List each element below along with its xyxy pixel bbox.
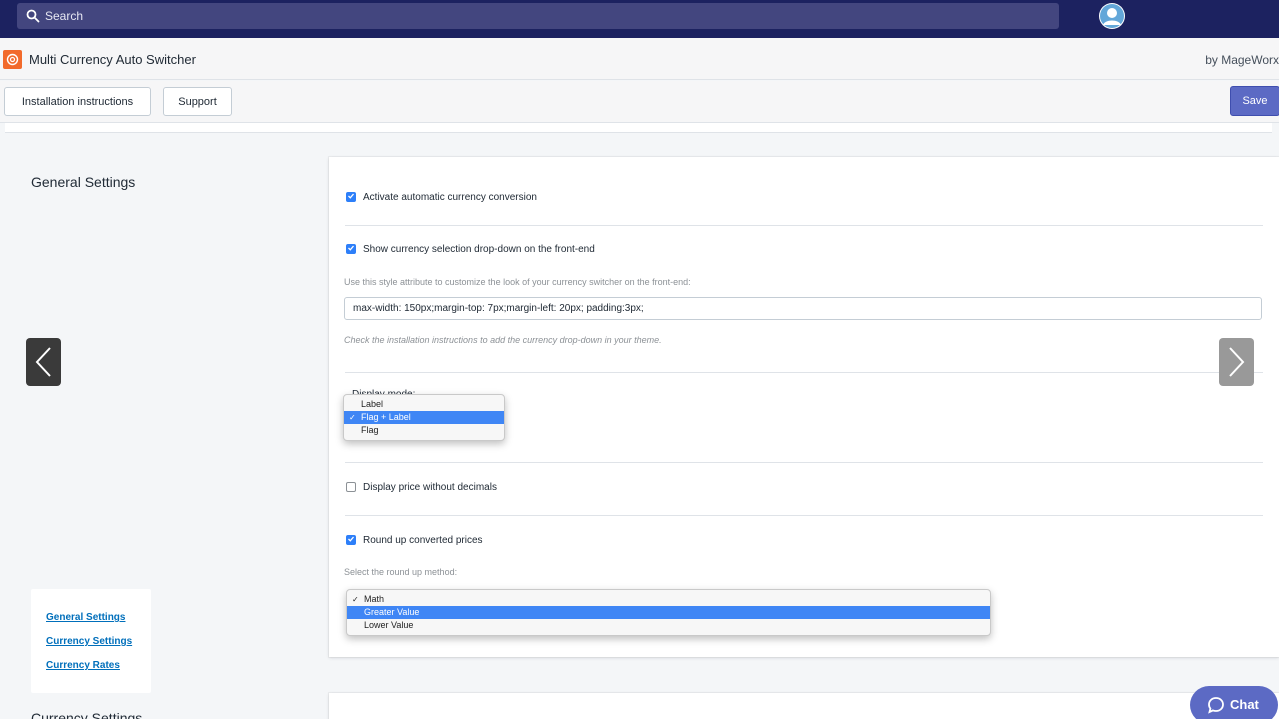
display-mode-dropdown[interactable]: Label ✓ Flag + Label Flag: [343, 394, 505, 441]
display-mode-option-flag[interactable]: Flag: [344, 424, 504, 437]
checkmark-icon: ✓: [349, 413, 356, 422]
round-up-label: Round up converted prices: [363, 535, 483, 546]
chat-bubble-icon: [1208, 697, 1224, 714]
auto-conversion-checkbox[interactable]: [346, 192, 356, 202]
checkmark-icon: ✓: [352, 595, 359, 604]
show-dropdown-checkbox[interactable]: [346, 244, 356, 254]
round-up-checkbox[interactable]: [346, 535, 356, 545]
style-help-text: Use this style attribute to customize th…: [344, 277, 691, 287]
top-card-edge: [5, 123, 1272, 133]
auto-conversion-label: Activate automatic currency conversion: [363, 192, 537, 203]
checkmark-icon: [348, 536, 354, 542]
round-method-option-greater[interactable]: Greater Value: [347, 606, 990, 619]
app-header: Multi Currency Auto Switcher by MageWorx: [0, 38, 1279, 80]
chevron-left-icon: [35, 347, 51, 377]
app-vendor: by MageWorx: [1205, 53, 1279, 67]
round-method-dropdown[interactable]: ✓ Math Greater Value Lower Value: [346, 589, 991, 636]
previous-arrow-button[interactable]: [26, 338, 61, 386]
section-nav: General Settings Currency Settings Curre…: [31, 589, 151, 693]
style-attribute-input[interactable]: [344, 297, 1262, 320]
currency-settings-card: [329, 693, 1279, 719]
support-button[interactable]: Support: [163, 87, 232, 116]
search-icon: [26, 9, 40, 23]
divider: [345, 462, 1263, 463]
checkmark-icon: [348, 193, 354, 199]
divider: [345, 515, 1263, 516]
divider: [345, 372, 1263, 373]
nav-link-general-settings[interactable]: General Settings: [46, 612, 125, 623]
no-decimals-checkbox[interactable]: [346, 482, 356, 492]
no-decimals-label: Display price without decimals: [363, 482, 497, 493]
search-bar[interactable]: Search: [17, 3, 1059, 29]
app-title: Multi Currency Auto Switcher: [29, 52, 196, 67]
next-arrow-button[interactable]: [1219, 338, 1254, 386]
display-mode-option-flag-label[interactable]: ✓ Flag + Label: [344, 411, 504, 424]
checkmark-icon: [348, 245, 354, 251]
user-avatar[interactable]: [1099, 3, 1125, 29]
display-mode-option-label[interactable]: Label: [344, 398, 504, 411]
install-help-text: Check the installation instructions to a…: [344, 335, 662, 345]
action-bar: Installation instructions Support Save: [0, 81, 1279, 123]
user-icon: [1100, 4, 1124, 28]
chat-label: Chat: [1230, 697, 1259, 712]
general-settings-title: General Settings: [31, 174, 136, 190]
app-logo-icon: [3, 50, 22, 69]
show-dropdown-label: Show currency selection drop-down on the…: [363, 244, 595, 255]
nav-link-currency-settings[interactable]: Currency Settings: [46, 636, 132, 647]
nav-link-currency-rates[interactable]: Currency Rates: [46, 660, 120, 671]
chevron-right-icon: [1229, 347, 1245, 377]
installation-instructions-button[interactable]: Installation instructions: [4, 87, 151, 116]
round-method-option-math[interactable]: ✓ Math: [347, 593, 990, 606]
round-method-help-text: Select the round up method:: [344, 567, 458, 577]
save-button[interactable]: Save: [1230, 86, 1279, 116]
top-bar: Search: [0, 0, 1279, 38]
divider: [345, 225, 1263, 226]
chat-button[interactable]: Chat: [1190, 686, 1278, 719]
search-input[interactable]: Search: [45, 9, 83, 23]
currency-settings-title: Currency Settings: [31, 710, 143, 719]
round-method-option-lower[interactable]: Lower Value: [347, 619, 990, 632]
